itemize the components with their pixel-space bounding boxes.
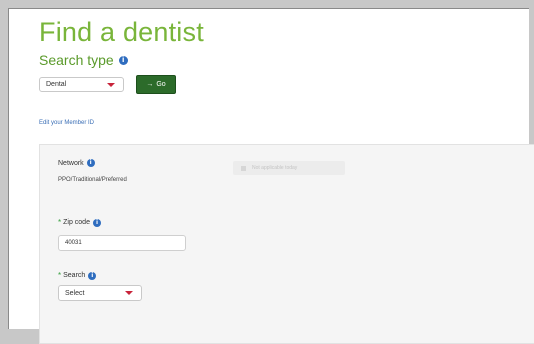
search-type-label: Search type: [39, 52, 114, 68]
chevron-down-icon: [107, 82, 115, 87]
zip-code-value: 40031: [65, 240, 82, 246]
search-selected-value: Select: [65, 289, 85, 297]
info-icon[interactable]: i: [118, 55, 128, 65]
search-select[interactable]: Select: [58, 285, 142, 301]
search-label: Search: [63, 272, 86, 279]
chevron-down-icon: [125, 291, 133, 295]
info-icon[interactable]: i: [86, 159, 95, 167]
required-asterisk: *: [58, 218, 62, 227]
info-icon[interactable]: i: [88, 271, 97, 280]
go-button-label: Go: [156, 81, 166, 88]
go-button[interactable]: → Go: [136, 75, 176, 94]
edit-member-id-link[interactable]: Edit your Member ID: [39, 120, 94, 126]
zip-code-label: Zip code: [63, 219, 90, 226]
network-placeholder: Not applicable today: [252, 165, 298, 171]
search-label-row: * Search i: [58, 271, 97, 280]
network-value: PPO/Traditional/Preferred: [58, 177, 127, 183]
network-label-row: Network i: [58, 159, 95, 167]
zip-code-label-row: * Zip code i: [58, 218, 101, 227]
search-form-panel: Network i PPO/Traditional/Preferred Not …: [39, 144, 534, 344]
disabled-icon: [241, 165, 246, 171]
search-type-select[interactable]: Dental: [39, 77, 124, 92]
search-type-selected-value: Dental: [46, 81, 67, 88]
browser-frame: Find a dentist Search type i Dental → Go…: [8, 8, 534, 344]
info-icon[interactable]: i: [92, 218, 101, 227]
zip-code-input[interactable]: 40031: [58, 235, 186, 251]
network-label: Network: [58, 159, 84, 167]
network-disabled-select: Not applicable today: [233, 161, 345, 175]
required-asterisk: *: [58, 271, 62, 280]
arrow-right-icon: →: [146, 81, 154, 88]
page-title: Find a dentist: [39, 17, 204, 47]
search-type-heading: Search type i: [39, 52, 128, 68]
